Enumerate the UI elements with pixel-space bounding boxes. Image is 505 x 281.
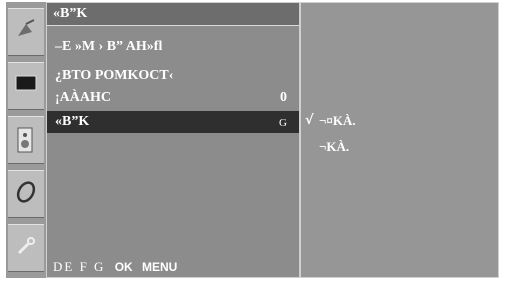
- submenu-panel: √ ¬¤KÀ. ¬KÀ.: [300, 2, 499, 278]
- sidebar-item-station[interactable]: [8, 8, 44, 56]
- sidebar-item-sound[interactable]: [8, 116, 44, 164]
- menu-item-label: –E »M › B” AH»fl: [55, 39, 163, 54]
- tv-osd-screen: «B”K –E »M › B” AH»fl ¿BTO POMKOCT‹ ¡AÀA…: [0, 0, 505, 281]
- menu-item-label: «B”K: [55, 114, 90, 129]
- menu-item-label: ¡AÀAHC: [55, 90, 111, 105]
- submenu-option-label: ¬¤KÀ.: [319, 113, 356, 128]
- menu-item-0[interactable]: –E »M › B” AH»fl: [47, 36, 299, 58]
- sidebar-item-special[interactable]: [8, 224, 44, 272]
- menu-item-label: ¿BTO POMKOCT‹: [55, 68, 174, 83]
- main-menu-panel: «B”K –E »M › B” AH»fl ¿BTO POMKOCT‹ ¡AÀA…: [46, 2, 300, 278]
- menu-item-3-selected[interactable]: «B”K G: [47, 111, 299, 133]
- submenu-option-label: ¬KÀ.: [319, 139, 350, 154]
- key-hint-bar: DE F G OK MENU: [53, 259, 177, 275]
- menu-key-hint: MENU: [141, 260, 178, 274]
- sidebar-item-picture[interactable]: [8, 62, 44, 110]
- menu-title-bar: «B”K: [47, 3, 299, 26]
- ok-key-hint: OK: [114, 260, 133, 274]
- menu-item-value: G: [279, 117, 287, 129]
- menu-title: «B”K: [53, 6, 88, 21]
- check-mark-icon: √: [305, 113, 314, 128]
- category-sidebar: [6, 2, 46, 278]
- menu-item-1[interactable]: ¿BTO POMKOCT‹: [47, 65, 299, 87]
- nav-arrows-hint: DE F G: [53, 259, 106, 274]
- menu-item-value: 0: [280, 90, 287, 105]
- sidebar-item-time[interactable]: [8, 170, 44, 218]
- menu-item-2[interactable]: ¡AÀAHC 0: [47, 87, 299, 109]
